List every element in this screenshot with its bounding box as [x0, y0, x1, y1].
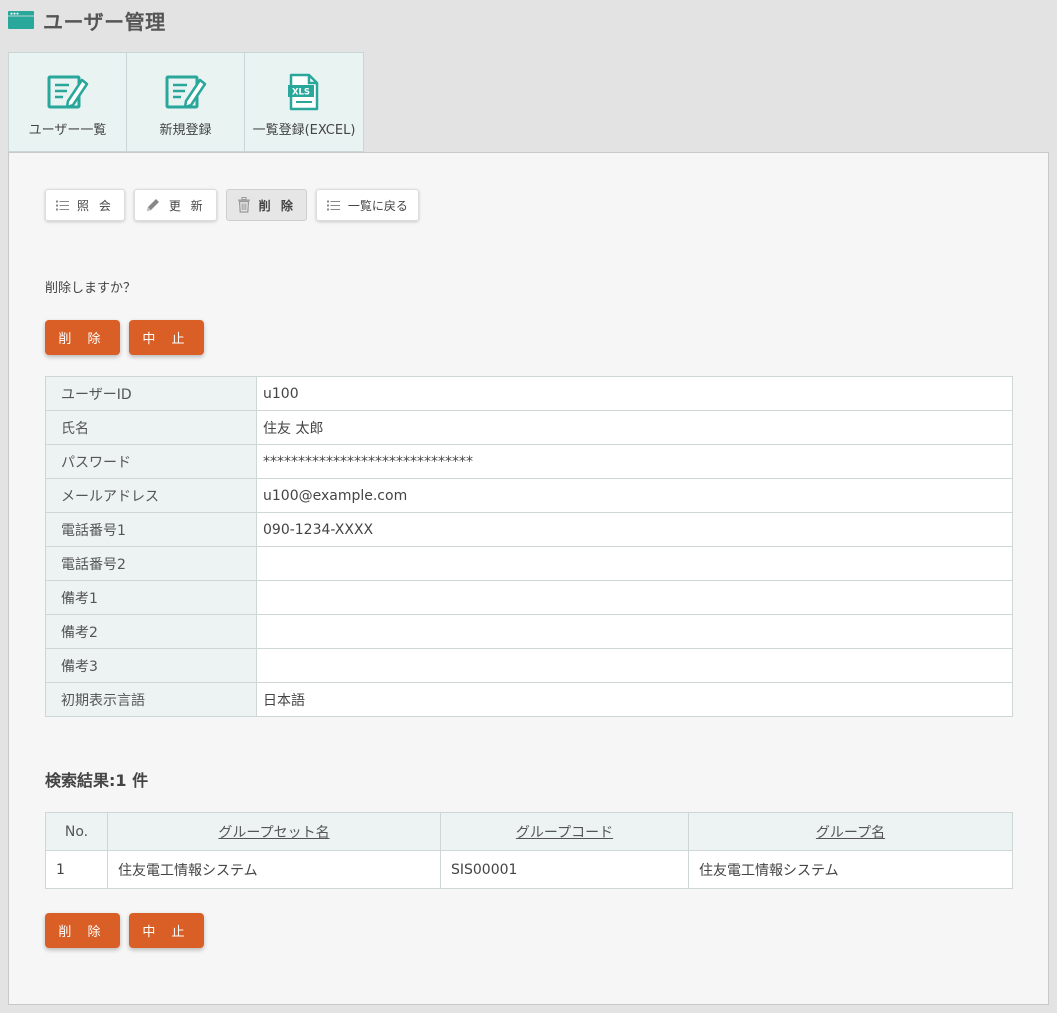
detail-row: 初期表示言語 日本語: [45, 682, 1013, 717]
sort-link[interactable]: グループコード: [516, 825, 613, 841]
cancel-button[interactable]: 中 止: [129, 320, 204, 355]
field-value: 日本語: [256, 682, 1013, 717]
action-buttons-bottom: 削 除 中 止: [45, 913, 204, 948]
view-button[interactable]: 照 会: [45, 189, 125, 221]
field-value: [256, 648, 1013, 683]
cell-group-code: SIS00001: [440, 850, 689, 889]
update-label: 更 新: [168, 198, 206, 213]
tab-label: ユーザー一覧: [28, 123, 107, 138]
back-to-list-button[interactable]: 一覧に戻る: [315, 189, 419, 221]
table-row: 1 住友電工情報システム SIS00001 住友電工情報システム: [45, 850, 1013, 889]
field-label: 電話番号1: [45, 512, 257, 547]
edit-document-icon: [47, 73, 89, 111]
field-value: [256, 580, 1013, 615]
field-value: ******************************: [256, 444, 1013, 479]
list-icon: [56, 200, 69, 211]
field-label: 氏名: [45, 410, 257, 445]
detail-row: ユーザーID u100: [45, 376, 1013, 411]
trash-icon: [237, 197, 251, 213]
view-label: 照 会: [77, 198, 114, 213]
field-value: 住友 太郎: [256, 410, 1013, 445]
sort-link[interactable]: グループ名: [816, 825, 885, 841]
tab-new-registration[interactable]: 新規登録: [126, 52, 244, 152]
tab-user-list[interactable]: ユーザー一覧: [8, 52, 126, 152]
field-label: 初期表示言語: [45, 682, 257, 717]
delete-button[interactable]: 削 除: [45, 913, 120, 948]
detail-row: 氏名 住友 太郎: [45, 410, 1013, 445]
field-label: 電話番号2: [45, 546, 257, 581]
field-label: ユーザーID: [45, 376, 257, 411]
field-label: 備考3: [45, 648, 257, 683]
field-label: 備考2: [45, 614, 257, 649]
detail-row: メールアドレス u100@example.com: [45, 478, 1013, 513]
update-button[interactable]: 更 新: [133, 189, 217, 221]
tab-bulk-excel[interactable]: XLS 一覧登録(EXCEL): [244, 52, 364, 152]
detail-row: 備考2: [45, 614, 1013, 649]
cell-group-set: 住友電工情報システム: [107, 850, 441, 889]
delete-tool-button[interactable]: 削 除: [225, 189, 307, 221]
result-count-title: 検索結果:1 件: [45, 771, 149, 790]
field-label: 備考1: [45, 580, 257, 615]
delete-button[interactable]: 削 除: [45, 320, 120, 355]
user-detail-table: ユーザーID u100 氏名 住友 太郎 パスワード ******************…: [45, 376, 1013, 717]
group-result-table: No. グループセット名 グループコード グループ名 1 住友電工情報システム …: [45, 812, 1013, 889]
field-label: メールアドレス: [45, 478, 257, 513]
main-panel: 照 会 更 新 削 除 一覧に戻る 削除しますか？ 削 除 中 止 ユーザーID…: [8, 152, 1049, 1005]
cell-group-name: 住友電工情報システム: [688, 850, 1013, 889]
confirm-message: 削除しますか？: [45, 281, 137, 296]
page-header: ユーザー管理: [8, 6, 166, 34]
edit-document-icon: [165, 73, 207, 111]
detail-row: パスワード ******************************: [45, 444, 1013, 479]
field-value: [256, 614, 1013, 649]
detail-row: 電話番号2: [45, 546, 1013, 581]
field-value: u100@example.com: [256, 478, 1013, 513]
window-icon: [8, 11, 34, 29]
column-header-group-name[interactable]: グループ名: [688, 812, 1013, 851]
field-value: 090-1234-XXXX: [256, 512, 1013, 547]
detail-row: 電話番号1 090-1234-XXXX: [45, 512, 1013, 547]
table-header-row: No. グループセット名 グループコード グループ名: [45, 812, 1013, 851]
pencil-icon: [145, 197, 161, 213]
action-buttons-top: 削 除 中 止: [45, 320, 204, 355]
page-title: ユーザー管理: [43, 9, 166, 34]
list-icon: [326, 200, 340, 211]
field-label: パスワード: [45, 444, 257, 479]
xls-file-icon: XLS: [287, 73, 321, 111]
tab-label: 新規登録: [159, 123, 212, 138]
field-value: [256, 546, 1013, 581]
column-header-group-set[interactable]: グループセット名: [107, 812, 441, 851]
tab-bar: ユーザー一覧 新規登録 XLS 一覧登録(EXCEL): [8, 52, 364, 152]
tab-label: 一覧登録(EXCEL): [252, 123, 356, 138]
sort-link[interactable]: グループセット名: [218, 825, 329, 841]
cell-no: 1: [45, 850, 108, 889]
detail-row: 備考3: [45, 648, 1013, 683]
column-header-no: No.: [45, 812, 108, 851]
cancel-button[interactable]: 中 止: [129, 913, 204, 948]
back-to-list-label: 一覧に戻る: [347, 198, 408, 213]
detail-row: 備考1: [45, 580, 1013, 615]
field-value: u100: [256, 376, 1013, 411]
column-header-group-code[interactable]: グループコード: [440, 812, 689, 851]
delete-tool-label: 削 除: [258, 198, 296, 213]
xls-badge: XLS: [292, 88, 310, 98]
toolbar: 照 会 更 新 削 除 一覧に戻る: [45, 189, 419, 221]
